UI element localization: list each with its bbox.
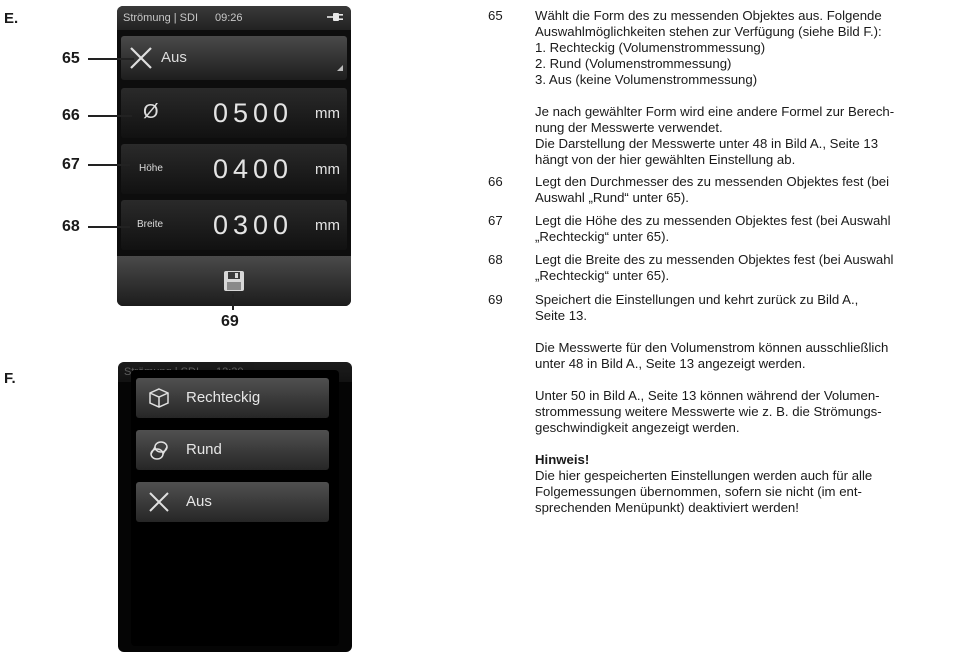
x-icon [148,491,170,518]
callout-67: 67 [62,156,80,173]
item-text: Wählt die Form des zu messenden Objektes… [535,8,960,168]
text-line: Seite 13. [535,308,588,323]
figure-e-screen: Strömung | SDI 09:26 Aus Ø 0500 mm Höhe … [117,6,351,306]
text-line: nung der Messwerte verwendet. [535,120,723,135]
text-line: Die hier gespeicherten Einstellungen wer… [535,468,873,483]
save-icon [223,270,245,297]
item-number: 65 [488,8,503,23]
text-line: Unter 50 in Bild A., Seite 13 können wäh… [535,388,880,403]
text-line: Die Darstellung der Messwerte unter 48 i… [535,136,879,151]
text-line [535,372,960,388]
height-unit: mm [315,161,340,178]
width-row[interactable]: Breite 0300 mm [121,200,347,250]
corner-indicator-icon [337,58,343,76]
figure-e-letter: E. [4,10,19,27]
cylinder-icon [148,439,170,466]
text-line: Speichert die Einstellungen und kehrt zu… [535,292,859,307]
width-unit: mm [315,217,340,234]
option-aus[interactable]: Aus [136,482,329,522]
item-number: 66 [488,174,503,189]
leader-68 [88,226,130,228]
option-label: Rechteckig [186,389,261,406]
shape-selector-label: Aus [161,49,187,66]
cube-icon [148,387,170,414]
diameter-label: Ø [143,101,159,123]
figure-f-screen: Strömung | SDI 12:30 Rechteckig Rund Aus [118,362,352,652]
height-label: Höhe [139,163,163,174]
leader-67 [88,164,130,166]
leader-65 [88,58,134,60]
note-heading: Hinweis! [535,452,590,467]
text-line: sprechenden Menüpunkt) deaktiviert werde… [535,500,799,515]
text-line [535,324,960,340]
text-line: 2. Rund (Volumenstrommessung) [535,56,732,71]
callout-65: 65 [62,50,80,67]
callout-66: 66 [62,107,80,124]
statusbar: Strömung | SDI 09:26 [117,6,351,30]
width-label: Breite [137,219,164,230]
diameter-row[interactable]: Ø 0500 mm [121,88,347,138]
description-column: 65 Wählt die Form des zu messenden Objek… [488,8,966,658]
text-line: Auswahlmöglichkeiten stehen zur Verfügun… [535,24,882,39]
text-line: Auswahl „Rund“ unter 65). [535,190,689,205]
x-icon [129,46,153,75]
text-line: „Rechteckig“ unter 65). [535,268,670,283]
text-line: Die Messwerte für den Volumenstrom könne… [535,340,889,355]
leader-69 [232,294,234,310]
option-rechteckig[interactable]: Rechteckig [136,378,329,418]
statusbar-title: Strömung | SDI [123,12,198,24]
item-text: Legt die Höhe des zu messenden Objektes … [535,213,960,245]
text-line: unter 48 in Bild A., Seite 13 angezeigt … [535,356,806,371]
option-label: Aus [186,493,212,510]
save-button[interactable] [117,256,351,306]
statusbar-time: 09:26 [215,12,243,24]
text-line: Wählt die Form des zu messenden Objektes… [535,8,882,23]
height-value: 0400 [213,154,294,184]
item-number: 67 [488,213,503,228]
height-row[interactable]: Höhe 0400 mm [121,144,347,194]
text-line: Legt die Höhe des zu messenden Objektes … [535,213,891,228]
figure-f-letter: F. [4,370,16,387]
item-number: 68 [488,252,503,267]
item-text: Speichert die Einstellungen und kehrt zu… [535,292,960,516]
text-line: Folgemessungen übernommen, sofern sie ni… [535,484,862,499]
callout-68: 68 [62,218,80,235]
text-line: hängt von der hier gewählten Einstellung… [535,152,796,167]
shape-selector-row[interactable]: Aus [121,36,347,80]
text-line: Je nach gewählter Form wird eine andere … [535,104,895,119]
text-line: geschwindigkeit angezeigt werden. [535,420,740,435]
text-line: 1. Rechteckig (Volumenstrommessung) [535,40,766,55]
option-label: Rund [186,441,222,458]
text-line: strommessung weitere Messwerte wie z. B.… [535,404,882,419]
item-number: 69 [488,292,503,307]
diameter-unit: mm [315,105,340,122]
popup-menu: Rechteckig Rund Aus [131,370,339,646]
plug-icon [327,6,343,30]
diameter-value: 0500 [213,98,294,128]
text-line [535,88,960,104]
callout-69: 69 [221,313,239,330]
text-line: Legt die Breite des zu messenden Objekte… [535,252,894,267]
width-value: 0300 [213,210,294,240]
leader-66 [88,115,132,117]
item-text: Legt den Durchmesser des zu messenden Ob… [535,174,960,206]
text-line: 3. Aus (keine Volumenstrommessung) [535,72,758,87]
item-text: Legt die Breite des zu messenden Objekte… [535,252,960,284]
text-line [535,436,960,452]
text-line: Legt den Durchmesser des zu messenden Ob… [535,174,890,189]
text-line: „Rechteckig“ unter 65). [535,229,670,244]
option-rund[interactable]: Rund [136,430,329,470]
